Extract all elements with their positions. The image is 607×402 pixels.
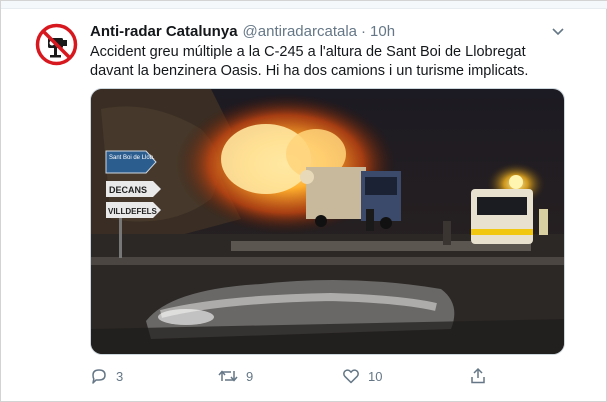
sign-text-1: Sant Boi de Llob.: [109, 155, 155, 161]
tweet-menu-button[interactable]: [551, 25, 565, 37]
author-name[interactable]: Anti-radar Catalunya: [90, 23, 238, 40]
sign-text-3: VILLDEFELS: [108, 207, 158, 216]
reply-count: 3: [116, 368, 124, 384]
tweet-timestamp[interactable]: 10h: [370, 23, 395, 40]
top-divider: [1, 1, 607, 9]
heart-icon: [343, 369, 359, 384]
tweet-media-image[interactable]: Sant Boi de Llob. DECANS VILLDEFELS: [90, 88, 565, 355]
share-button[interactable]: [469, 365, 487, 387]
retweet-button[interactable]: 9: [218, 365, 253, 387]
tweet-header: Anti-radar Catalunya @antiradarcatala · …: [90, 23, 395, 43]
chevron-down-icon: [552, 28, 564, 36]
sign-text-2: DECANS: [109, 185, 147, 195]
share-icon: [471, 367, 485, 384]
tweet-text: Accident greu múltiple a la C-245 a l'al…: [90, 44, 529, 79]
tweet-card: Anti-radar Catalunya @antiradarcatala · …: [0, 0, 607, 402]
reply-icon: [92, 369, 106, 384]
retweet-count: 9: [246, 368, 254, 384]
accident-photo: Sant Boi de Llob. DECANS VILLDEFELS: [91, 89, 564, 354]
like-button[interactable]: 10: [342, 365, 382, 387]
like-count: 10: [368, 368, 383, 384]
author-handle[interactable]: @antiradarcatala: [243, 23, 357, 40]
no-radar-icon: [35, 23, 78, 66]
avatar[interactable]: [34, 22, 79, 67]
retweet-icon: [218, 370, 238, 382]
tweet-actions: 3 9 10: [90, 365, 510, 389]
reply-button[interactable]: 3: [90, 365, 123, 387]
separator-dot: ·: [361, 23, 367, 40]
